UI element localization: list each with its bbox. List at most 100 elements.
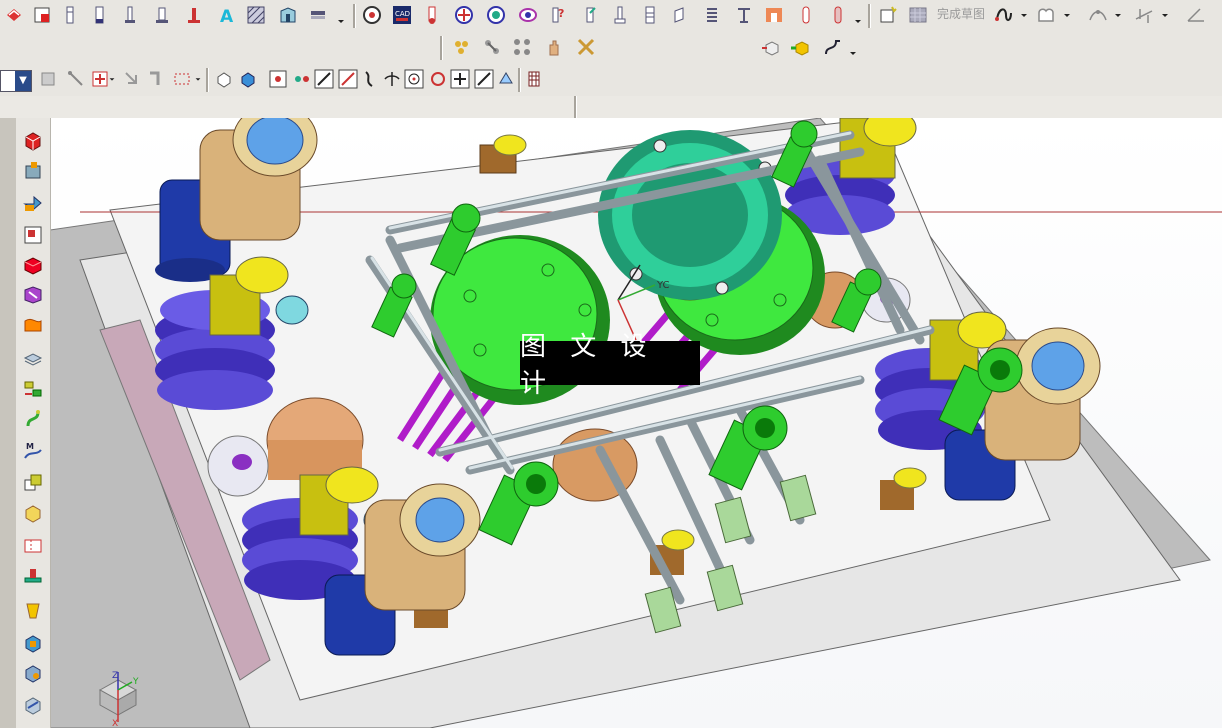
- eye-icon[interactable]: [516, 3, 540, 27]
- on-curve-icon[interactable]: [472, 67, 496, 91]
- chevron-down-icon[interactable]: [194, 67, 202, 91]
- sprue-icon[interactable]: [578, 3, 602, 27]
- stud-icon[interactable]: [150, 3, 174, 27]
- hole-icon[interactable]: [58, 3, 82, 27]
- dropdown-arrow-icon[interactable]: [848, 35, 858, 59]
- mold-model[interactable]: YC Z Y X: [51, 118, 1222, 728]
- slider-icon[interactable]: [668, 3, 692, 27]
- dropdown-arrow-icon[interactable]: [1019, 3, 1029, 27]
- bolt-red-icon[interactable]: [182, 3, 206, 27]
- pick-icon[interactable]: [120, 67, 144, 91]
- selection-icon[interactable]: [36, 67, 60, 91]
- cad-icon[interactable]: CAD: [390, 3, 414, 27]
- constraint-icon[interactable]: [1086, 3, 1110, 27]
- snap-icon[interactable]: [64, 67, 88, 91]
- assembly-icon[interactable]: [450, 35, 474, 59]
- spline-icon[interactable]: [820, 35, 844, 59]
- face-point-icon[interactable]: [494, 67, 518, 91]
- dropdown-arrow-icon[interactable]: [1113, 3, 1123, 27]
- pin-icon[interactable]: [88, 3, 112, 27]
- navigator-strip[interactable]: [0, 118, 17, 728]
- surface-icon[interactable]: [20, 312, 46, 338]
- box-icon[interactable]: [20, 500, 46, 526]
- explode-icon[interactable]: [510, 35, 534, 59]
- mesh-icon[interactable]: M: [20, 438, 46, 464]
- extrude-icon[interactable]: [20, 190, 46, 216]
- curve-icon[interactable]: [992, 3, 1016, 27]
- filter-combo[interactable]: ▼: [0, 70, 32, 92]
- line-2-icon[interactable]: [336, 67, 360, 91]
- wireframe-icon[interactable]: [212, 67, 236, 91]
- trim-icon[interactable]: [826, 3, 850, 27]
- curve-snap-icon[interactable]: [358, 67, 382, 91]
- blend-icon[interactable]: [20, 660, 46, 686]
- chevron-down-icon[interactable]: [108, 67, 116, 91]
- center-icon[interactable]: [402, 67, 426, 91]
- sketch-grid-icon[interactable]: [906, 3, 930, 27]
- quadrant-icon[interactable]: [426, 67, 450, 91]
- sheet-icon[interactable]: [30, 3, 54, 27]
- shaded-icon[interactable]: [236, 67, 260, 91]
- chevron-down-icon[interactable]: ▼: [15, 71, 31, 91]
- watermark: 图 文 设 计: [520, 332, 700, 399]
- bar-icon[interactable]: [306, 3, 330, 27]
- pocket-icon[interactable]: [762, 3, 786, 27]
- target-icon[interactable]: [484, 3, 508, 27]
- sketch-new-icon[interactable]: [876, 3, 900, 27]
- core-icon[interactable]: [638, 3, 662, 27]
- ejector-icon[interactable]: [118, 3, 142, 27]
- box-select-icon[interactable]: [170, 67, 194, 91]
- shape-icon[interactable]: [1034, 3, 1058, 27]
- snap-mid-icon[interactable]: [290, 67, 314, 91]
- dropdown-arrow-icon[interactable]: [1062, 3, 1072, 27]
- view-icon[interactable]: [360, 3, 384, 27]
- lifter-icon[interactable]: [732, 3, 756, 27]
- cube-icon[interactable]: [20, 252, 46, 278]
- test-tube-icon[interactable]: [420, 3, 444, 27]
- offset-icon[interactable]: [20, 470, 46, 496]
- grid-icon[interactable]: [522, 67, 546, 91]
- intersect-icon[interactable]: [380, 67, 404, 91]
- shell-icon[interactable]: [20, 630, 46, 656]
- separator: [518, 68, 521, 92]
- layer-stack-icon[interactable]: [20, 346, 46, 372]
- add-component-icon[interactable]: [758, 35, 782, 59]
- snap-end-icon[interactable]: [266, 67, 290, 91]
- hatch-icon[interactable]: [244, 3, 268, 27]
- line-icon[interactable]: [312, 67, 336, 91]
- angle-icon[interactable]: [1184, 3, 1208, 27]
- text-a-icon[interactable]: A: [214, 3, 238, 27]
- sweep-icon[interactable]: [20, 406, 46, 432]
- graphics-viewport[interactable]: YC Z Y X: [51, 118, 1222, 728]
- existing-point-icon[interactable]: [448, 67, 472, 91]
- dimension-icon[interactable]: [1132, 3, 1156, 27]
- base-icon[interactable]: [20, 562, 46, 588]
- sketch-plane-icon[interactable]: [20, 222, 46, 248]
- layer-icon[interactable]: [2, 3, 26, 27]
- cut-icon[interactable]: [20, 282, 46, 308]
- svg-text:A: A: [220, 7, 234, 25]
- block-icon[interactable]: [20, 128, 46, 154]
- finish-sketch-label[interactable]: 完成草图: [937, 5, 985, 22]
- dropdown-arrow-icon[interactable]: [1160, 3, 1170, 27]
- pattern-icon[interactable]: [20, 376, 46, 402]
- dropdown-arrow-icon[interactable]: [853, 3, 863, 27]
- dropdown-arrow-icon[interactable]: [336, 3, 346, 27]
- separator: [574, 96, 577, 118]
- section-icon[interactable]: [20, 532, 46, 558]
- move-component-icon[interactable]: [788, 35, 812, 59]
- insert-icon[interactable]: [794, 3, 818, 27]
- wcs-yc-label: YC: [656, 280, 670, 291]
- draft-icon[interactable]: [20, 598, 46, 624]
- chamfer-icon[interactable]: [20, 692, 46, 718]
- pick-face-icon[interactable]: [144, 67, 168, 91]
- cylinder-icon[interactable]: [20, 158, 46, 184]
- gate-icon[interactable]: [276, 3, 300, 27]
- locate-icon[interactable]: [608, 3, 632, 27]
- component-icon[interactable]: [480, 35, 504, 59]
- query-icon[interactable]: ?: [546, 3, 570, 27]
- spring-icon[interactable]: [700, 3, 724, 27]
- cross-circle-icon[interactable]: [452, 3, 476, 27]
- hand-icon[interactable]: [542, 35, 566, 59]
- tools-icon[interactable]: [574, 35, 598, 59]
